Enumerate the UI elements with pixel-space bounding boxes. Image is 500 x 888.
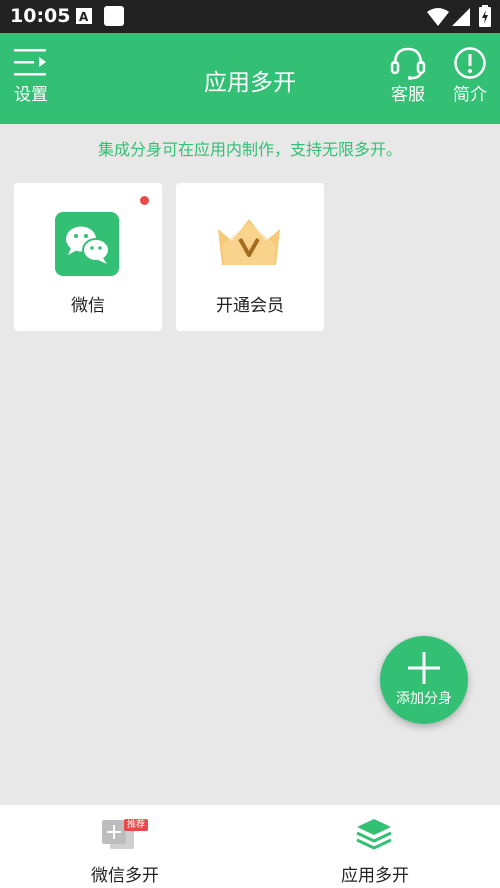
app-header: 设置 应用多开 客服 简介 [0,33,500,124]
info-icon [454,47,486,79]
bottom-nav: 推荐 微信多开 应用多开 [0,805,500,888]
app-card-label: 开通会员 [216,296,284,316]
nav-item-wechat-multi[interactable]: 推荐 微信多开 [0,805,250,888]
intro-button[interactable]: 简介 [450,46,490,105]
headset-icon [390,47,426,80]
layers-icon [356,819,392,850]
intro-label: 简介 [453,85,487,105]
svg-text:A: A [79,10,89,24]
vip-crown-icon [218,219,280,265]
recommend-badge: 推荐 [124,819,149,831]
status-bar: 10:05 A [0,0,500,33]
support-button[interactable]: 客服 [388,46,428,105]
add-clone-fab[interactable]: 添加分身 [380,636,468,724]
app-card-vip[interactable]: 开通会员 [176,183,324,331]
fab-label: 添加分身 [396,691,452,707]
app-card-wechat[interactable]: 微信 [14,183,162,331]
plus-icon [408,652,440,684]
battery-icon [479,5,491,27]
nav-item-app-multi[interactable]: 应用多开 [250,805,500,888]
square-icon [104,6,124,26]
status-time: 10:05 [10,5,71,27]
wifi-icon [427,8,449,26]
nav-label: 应用多开 [341,866,409,886]
font-icon: A [76,8,92,24]
wechat-icon [55,212,119,276]
nav-label: 微信多开 [91,866,159,886]
support-label: 客服 [391,85,425,105]
notification-dot [140,196,149,205]
tip-text: 集成分身可在应用内制作，支持无限多开。 [97,140,402,159]
app-card-label: 微信 [71,296,105,316]
signal-icon [452,8,470,26]
